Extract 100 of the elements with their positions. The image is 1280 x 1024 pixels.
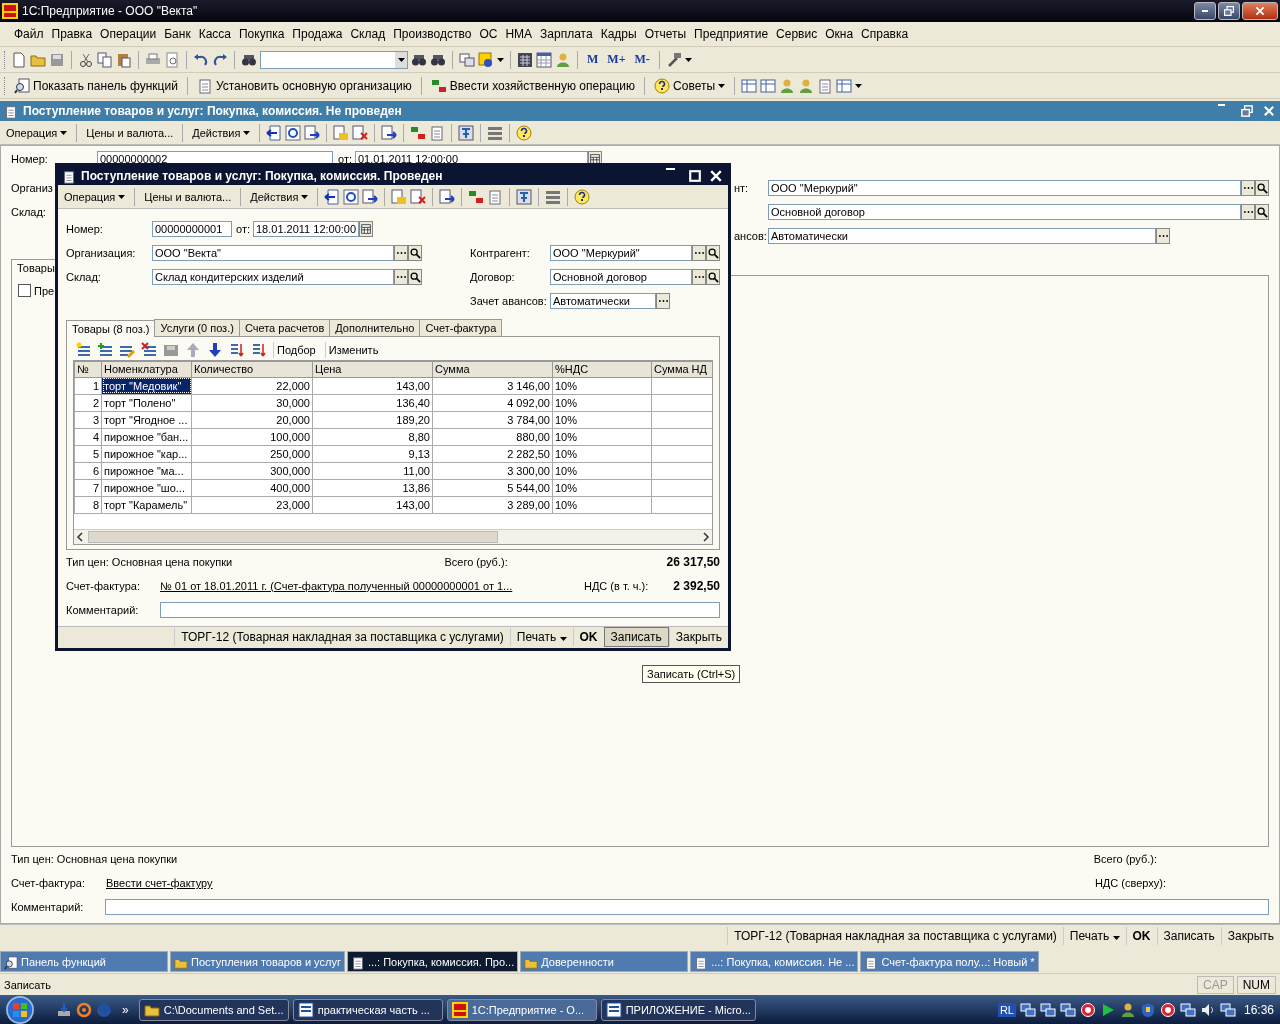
preview-icon[interactable] xyxy=(164,51,180,68)
footer-button[interactable]: Записать xyxy=(603,627,669,648)
at-sign-icon[interactable] xyxy=(76,1001,92,1018)
maximize-button[interactable] xyxy=(687,167,703,184)
menu-button[interactable]: Действия xyxy=(189,124,254,141)
row-number[interactable]: 3 xyxy=(74,411,102,429)
menu-item[interactable]: Окна xyxy=(821,25,858,43)
table-cell[interactable]: пирожное "шо... xyxy=(101,479,192,497)
document-arrow-icon[interactable] xyxy=(304,124,321,141)
down-arrow-icon[interactable] xyxy=(207,341,223,358)
organization-field[interactable]: ООО "Векта" xyxy=(152,244,394,261)
sort-icon[interactable] xyxy=(229,341,245,358)
delete-row-icon[interactable] xyxy=(141,341,157,358)
menu-item[interactable]: Продажа xyxy=(288,25,347,43)
network-icon[interactable] xyxy=(1179,1001,1196,1018)
footer-button[interactable]: Закрыть xyxy=(668,628,728,647)
table-cell[interactable]: 10% xyxy=(552,496,652,514)
document-icon[interactable] xyxy=(333,124,350,141)
window-tab[interactable]: ...: Покупка, комиссия. Про... xyxy=(346,951,519,972)
target-icon[interactable] xyxy=(1159,1001,1176,1018)
document-icon[interactable] xyxy=(391,188,408,205)
select-button[interactable] xyxy=(1241,180,1255,196)
debit-credit-icon[interactable] xyxy=(410,124,427,141)
target-icon[interactable] xyxy=(1079,1001,1096,1018)
search-button[interactable] xyxy=(706,268,720,285)
toolbar-button[interactable]: Советы xyxy=(651,75,729,96)
menu-item[interactable]: Операции xyxy=(96,25,161,43)
toolbar-button[interactable]: Показать панель функций xyxy=(11,75,181,96)
network-icon[interactable] xyxy=(1039,1001,1056,1018)
menu-item[interactable]: Банк xyxy=(160,25,195,43)
checkbox[interactable] xyxy=(18,284,31,297)
menu-item[interactable]: ОС xyxy=(475,25,502,43)
memory-button[interactable]: M xyxy=(584,52,602,67)
menu-button[interactable]: Операция xyxy=(61,188,129,205)
contract-field[interactable]: Основной договор xyxy=(550,268,692,285)
table-cell[interactable]: торт "Ягодное ... xyxy=(101,411,192,429)
menu-item[interactable]: Покупка xyxy=(235,25,289,43)
table-cell[interactable]: 13,86 xyxy=(312,479,433,497)
counterparty-field[interactable]: ООО "Меркурий" xyxy=(768,180,1241,196)
column-header[interactable]: Цена xyxy=(312,361,433,378)
search-field[interactable] xyxy=(260,50,408,69)
table-cell[interactable]: пирожное "кар... xyxy=(101,445,192,463)
undo-icon[interactable] xyxy=(193,51,209,68)
select-button[interactable] xyxy=(1241,204,1255,220)
document-arrow-icon[interactable] xyxy=(362,188,379,205)
table-cell[interactable]: 10% xyxy=(552,445,652,463)
copy-icon[interactable] xyxy=(97,51,113,68)
table-icon[interactable] xyxy=(836,77,853,94)
column-header[interactable]: Сумма НД xyxy=(651,361,712,378)
redo-icon[interactable] xyxy=(212,51,228,68)
scroll-right-icon[interactable] xyxy=(700,530,712,543)
more-button[interactable]: » xyxy=(116,1002,135,1017)
column-header[interactable]: Сумма xyxy=(432,361,553,378)
search-button[interactable] xyxy=(1255,180,1269,196)
column-header[interactable]: № xyxy=(74,361,102,378)
taskbar-button[interactable]: C:\Documents and Set... xyxy=(138,998,289,1021)
tab[interactable]: Счета расчетов xyxy=(238,318,331,336)
language-indicator[interactable]: RL xyxy=(997,1002,1016,1017)
tab[interactable]: Счет-фактура xyxy=(419,318,503,336)
row-number[interactable]: 5 xyxy=(74,445,102,463)
table-cell[interactable]: 8,80 xyxy=(312,428,433,446)
table-cell[interactable]: пирожное "ма... xyxy=(101,462,192,480)
window-tab[interactable]: Панель функций xyxy=(0,951,168,972)
table-cell[interactable]: 10% xyxy=(552,479,652,497)
table-cell[interactable]: 3 146,00 xyxy=(432,377,553,395)
select-button[interactable] xyxy=(1156,228,1170,244)
network-icon[interactable] xyxy=(1059,1001,1076,1018)
table-cell[interactable]: 400,000 xyxy=(191,479,313,497)
window-tab[interactable]: ...: Покупка, комиссия. Не ... xyxy=(690,951,859,972)
search-button[interactable] xyxy=(408,244,422,261)
table-cell[interactable]: 189,20 xyxy=(312,411,433,429)
menu-button[interactable]: Действия xyxy=(247,188,312,205)
document-delete-icon[interactable] xyxy=(410,188,427,205)
menu-button[interactable]: Цены и валюта... xyxy=(83,124,177,141)
help-icon[interactable] xyxy=(516,124,533,141)
menu-item[interactable]: Предприятие xyxy=(690,25,773,43)
menu-item[interactable]: Касса xyxy=(194,25,235,43)
taskbar-button[interactable]: 1С:Предприятие - О... xyxy=(446,998,597,1021)
table-cell[interactable]: 20,000 xyxy=(191,411,313,429)
restore-button[interactable] xyxy=(1218,2,1240,20)
taskbar-button[interactable]: ПРИЛОЖЕНИЕ - Micro... xyxy=(600,998,756,1021)
table-icon[interactable] xyxy=(741,77,758,94)
table-cell[interactable]: 250,000 xyxy=(191,445,313,463)
search-button[interactable] xyxy=(408,268,422,285)
scroll-left-icon[interactable] xyxy=(74,530,86,543)
search-button[interactable] xyxy=(1255,204,1269,220)
row-number[interactable]: 6 xyxy=(74,462,102,480)
menu-item[interactable]: Сервис xyxy=(772,25,822,43)
help-icon[interactable] xyxy=(574,188,591,205)
footer-button[interactable]: Закрыть xyxy=(1220,927,1280,945)
table-cell[interactable]: 3 289,00 xyxy=(432,496,553,514)
select-button[interactable] xyxy=(692,244,706,261)
table-cell[interactable]: 100,000 xyxy=(191,428,313,446)
new-document-icon[interactable] xyxy=(11,51,27,68)
paste-icon[interactable] xyxy=(116,51,132,68)
row-number[interactable]: 8 xyxy=(74,496,102,514)
add-row-icon[interactable] xyxy=(75,341,91,358)
horizontal-scrollbar[interactable] xyxy=(74,528,712,544)
sort-icon[interactable] xyxy=(251,341,267,358)
table-cell[interactable]: 23,000 xyxy=(191,496,313,514)
